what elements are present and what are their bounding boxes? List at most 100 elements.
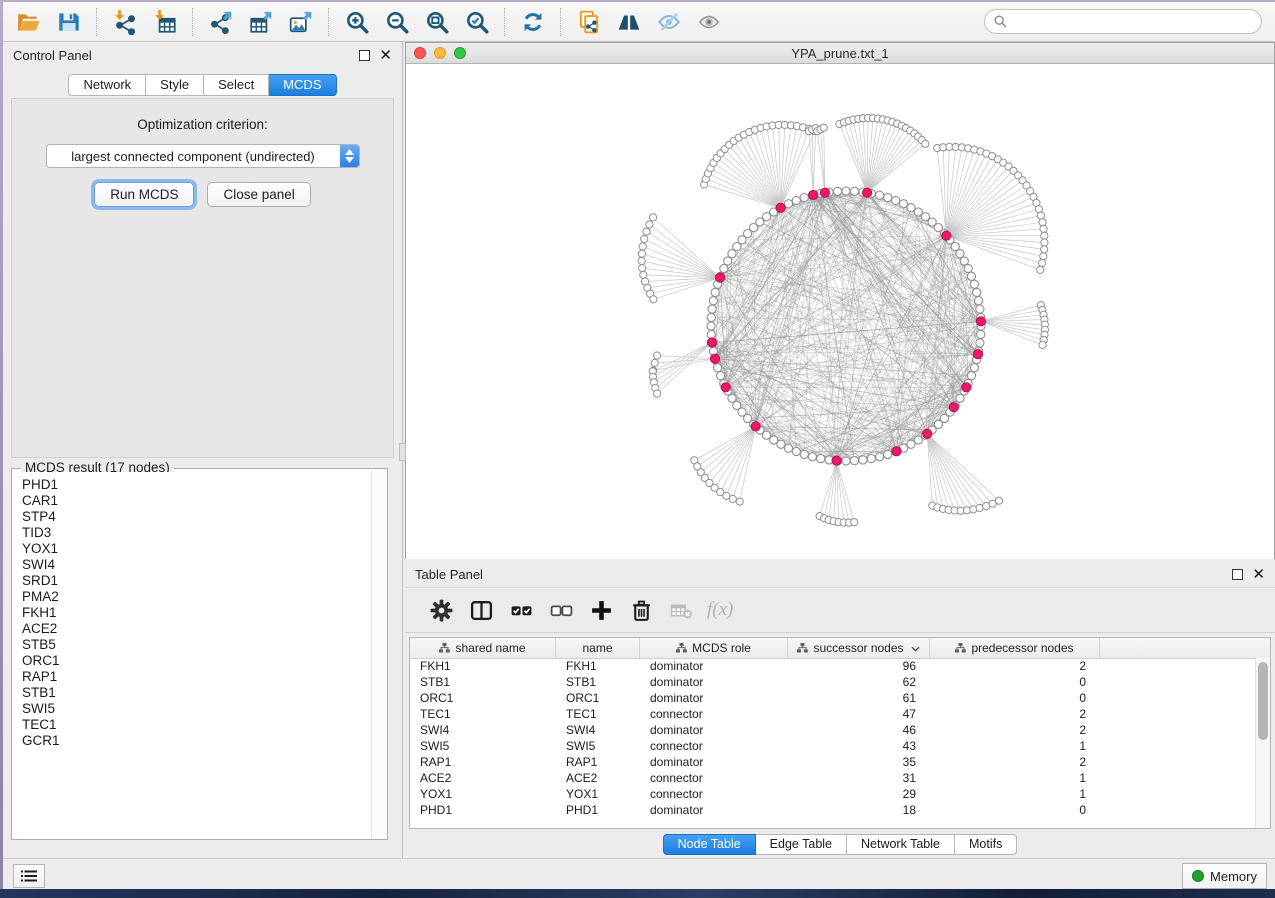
table-cell[interactable]: SWI5 — [556, 738, 640, 754]
table-cell[interactable]: dominator — [640, 674, 788, 690]
table-cell[interactable]: ORC1 — [556, 690, 640, 706]
binoculars-button[interactable] — [609, 6, 649, 38]
table-cell[interactable]: 0 — [930, 802, 1100, 818]
close-panel-icon[interactable]: ✕ — [1252, 570, 1265, 579]
table-cell[interactable]: 96 — [788, 658, 930, 674]
table-scrollbar[interactable] — [1255, 658, 1270, 828]
table-cell[interactable]: 62 — [788, 674, 930, 690]
column-header-MCDS-role[interactable]: MCDS role — [640, 638, 788, 658]
table-cell[interactable]: 0 — [930, 690, 1100, 706]
network-graph[interactable] — [406, 64, 1274, 559]
mcds-result-item[interactable]: STP4 — [22, 509, 372, 525]
table-cell[interactable]: connector — [640, 738, 788, 754]
table-cell[interactable]: dominator — [640, 658, 788, 674]
column-header-predecessor-nodes[interactable]: predecessor nodes — [930, 638, 1100, 658]
mcds-result-item[interactable]: ACE2 — [22, 621, 372, 637]
tab-network-table[interactable]: Network Table — [847, 834, 955, 855]
select-all-rows-button[interactable] — [501, 593, 541, 627]
mcds-result-item[interactable]: STB1 — [22, 685, 372, 701]
table-cell[interactable]: dominator — [640, 754, 788, 770]
import-network-button[interactable] — [105, 6, 145, 38]
table-cell[interactable]: ACE2 — [556, 770, 640, 786]
mcds-result-item[interactable]: CAR1 — [22, 493, 372, 509]
table-cell[interactable]: 35 — [788, 754, 930, 770]
mcds-result-item[interactable]: SWI4 — [22, 557, 372, 573]
import-table-button[interactable] — [145, 6, 185, 38]
delete-table-button[interactable] — [661, 593, 701, 627]
table-cell[interactable]: RAP1 — [556, 754, 640, 770]
table-cell[interactable]: 46 — [788, 722, 930, 738]
table-cell[interactable]: 2 — [930, 722, 1100, 738]
table-cell[interactable]: PHD1 — [410, 802, 556, 818]
mcds-result-item[interactable]: YOX1 — [22, 541, 372, 557]
table-cell[interactable]: 2 — [930, 658, 1100, 674]
float-panel-icon[interactable] — [1232, 569, 1243, 580]
table-cell[interactable]: dominator — [640, 802, 788, 818]
table-cell[interactable]: FKH1 — [556, 658, 640, 674]
table-scrollbar-thumb[interactable] — [1258, 662, 1268, 740]
table-cell[interactable]: RAP1 — [410, 754, 556, 770]
table-cell[interactable]: connector — [640, 770, 788, 786]
mcds-result-item[interactable]: FKH1 — [22, 605, 372, 621]
table-cell[interactable]: STB1 — [410, 674, 556, 690]
table-cell[interactable]: 29 — [788, 786, 930, 802]
table-row[interactable]: SWI4SWI4dominator462 — [410, 722, 1256, 738]
mcds-result-item[interactable]: PHD1 — [22, 477, 372, 493]
table-cell[interactable]: YOX1 — [556, 786, 640, 802]
table-cell[interactable]: 2 — [930, 754, 1100, 770]
open-button[interactable] — [9, 6, 49, 38]
zoom-fit-button[interactable] — [417, 6, 457, 38]
table-cell[interactable]: FKH1 — [410, 658, 556, 674]
table-row[interactable]: RAP1RAP1dominator352 — [410, 754, 1256, 770]
create-column-button[interactable] — [581, 593, 621, 627]
table-cell[interactable]: SWI5 — [410, 738, 556, 754]
table-cell[interactable]: 1 — [930, 770, 1100, 786]
table-row[interactable]: ORC1ORC1dominator610 — [410, 690, 1256, 706]
mcds-result-item[interactable]: PMA2 — [22, 589, 372, 605]
export-table-button[interactable] — [241, 6, 281, 38]
tab-select[interactable]: Select — [204, 74, 269, 96]
table-cell[interactable]: ORC1 — [410, 690, 556, 706]
run-mcds-button[interactable]: Run MCDS — [94, 182, 194, 207]
column-header-name[interactable]: name — [556, 638, 640, 658]
tab-network[interactable]: Network — [68, 74, 146, 96]
mcds-result-item[interactable]: GCR1 — [22, 733, 372, 749]
table-cell[interactable]: dominator — [640, 690, 788, 706]
search-input[interactable] — [1013, 13, 1252, 30]
refresh-button[interactable] — [513, 6, 553, 38]
task-history-button[interactable] — [13, 864, 45, 888]
table-row[interactable]: YOX1YOX1connector291 — [410, 786, 1256, 802]
table-cell[interactable]: 2 — [930, 706, 1100, 722]
table-row[interactable]: TEC1TEC1connector472 — [410, 706, 1256, 722]
export-image-button[interactable] — [281, 6, 321, 38]
table-settings-button[interactable] — [421, 593, 461, 627]
export-network-button[interactable] — [201, 6, 241, 38]
tab-motifs[interactable]: Motifs — [955, 834, 1017, 855]
close-panel-button[interactable]: Close panel — [207, 182, 310, 207]
table-row[interactable]: PHD1PHD1dominator180 — [410, 802, 1256, 818]
table-cell[interactable]: PHD1 — [556, 802, 640, 818]
mcds-result-scrollbar[interactable] — [371, 470, 386, 838]
criterion-dropdown[interactable]: largest connected component (undirected) — [46, 144, 360, 168]
close-panel-icon[interactable]: ✕ — [379, 51, 392, 60]
new-network-from-selection-button[interactable] — [569, 6, 609, 38]
table-cell[interactable]: 61 — [788, 690, 930, 706]
table-row[interactable]: SWI5SWI5connector431 — [410, 738, 1256, 754]
table-cell[interactable]: TEC1 — [410, 706, 556, 722]
panel-splitter-handle[interactable] — [399, 443, 406, 461]
table-cell[interactable]: ACE2 — [410, 770, 556, 786]
table-row[interactable]: FKH1FKH1dominator962 — [410, 658, 1256, 674]
table-cell[interactable]: SWI4 — [410, 722, 556, 738]
show-all-button[interactable] — [689, 6, 729, 38]
table-row[interactable]: ACE2ACE2connector311 — [410, 770, 1256, 786]
table-cell[interactable]: connector — [640, 706, 788, 722]
show-column-panel-button[interactable] — [461, 593, 501, 627]
table-cell[interactable]: YOX1 — [410, 786, 556, 802]
mcds-result-item[interactable]: TEC1 — [22, 717, 372, 733]
delete-column-button[interactable] — [621, 593, 661, 627]
tab-edge-table[interactable]: Edge Table — [756, 834, 847, 855]
table-cell[interactable]: 47 — [788, 706, 930, 722]
mcds-result-item[interactable]: ORC1 — [22, 653, 372, 669]
hide-selection-button[interactable] — [649, 6, 689, 38]
zoom-selected-button[interactable] — [457, 6, 497, 38]
